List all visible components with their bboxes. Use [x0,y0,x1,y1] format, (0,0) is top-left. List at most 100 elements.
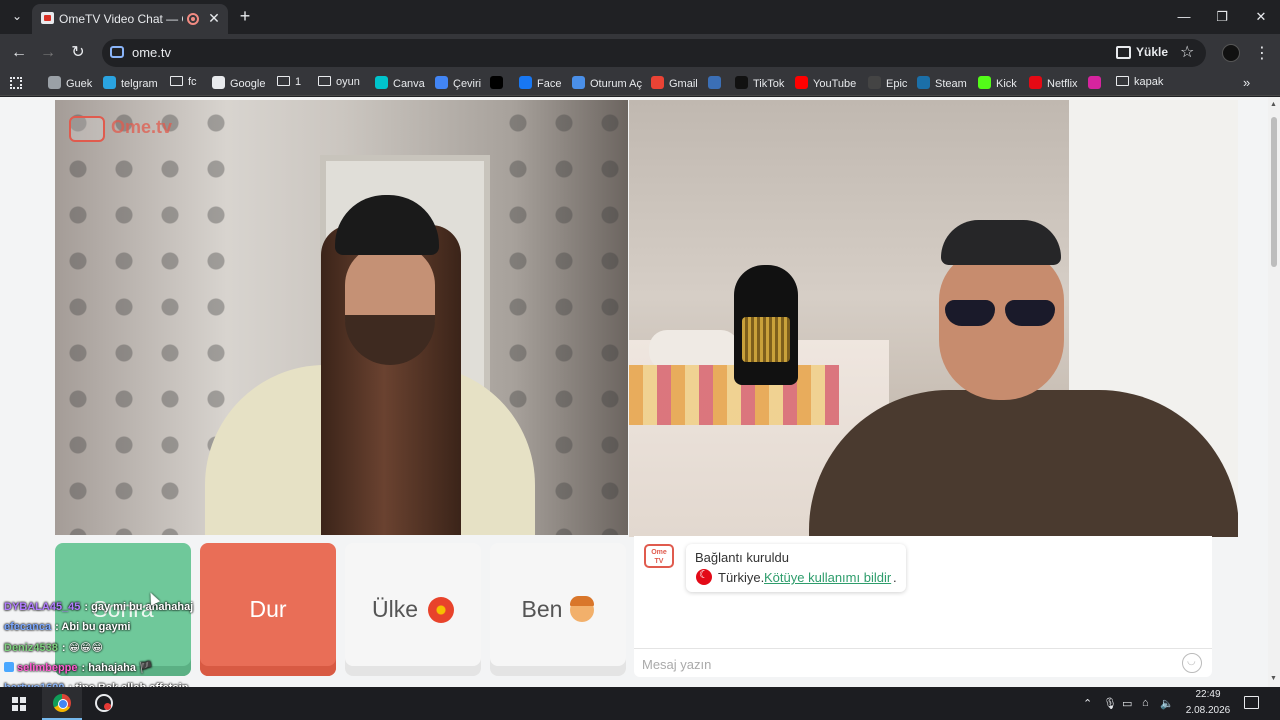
ometv-favicon-icon [41,12,54,24]
bookmark-çeviri[interactable]: Çeviri [435,76,481,92]
install-label: Yükle [1136,45,1169,59]
bookmark-oturum-aç[interactable]: Oturum Aç [572,76,642,92]
bookmark-instagram[interactable] [1088,76,1106,92]
instagram-icon [1088,76,1101,89]
message-input[interactable] [642,655,1162,673]
microphone [734,265,798,385]
subscriber-badge-icon [4,662,14,672]
bookmark-canva[interactable]: Canva [375,76,425,92]
bookmark-google[interactable]: Google [212,76,265,92]
microphone-tray-icon[interactable]: 🎙 [1103,697,1117,710]
folder-icon [277,76,290,86]
stop-button[interactable]: Dur [200,543,336,676]
url-text[interactable]: ome.tv [132,45,171,60]
minimize-icon[interactable]: — [1175,8,1193,26]
tab-title: OmeTV Video Chat — Ome [59,12,183,26]
epic-icon [868,76,881,89]
tab-close-icon[interactable]: ✕ [206,10,222,26]
scroll-up-icon[interactable]: ▲ [1270,101,1277,108]
camera-site-icon[interactable] [110,46,124,58]
report-suffix: . [893,570,897,585]
bookmark-label: Gmail [669,78,698,90]
bookmark-netflix[interactable]: Netflix [1029,76,1078,92]
bookmark-steam[interactable]: Steam [917,76,967,92]
network-tray-icon[interactable]: ⌂ [1142,697,1149,709]
x-icon [490,76,503,89]
self-person [779,220,1238,537]
bookmark-kapak[interactable]: kapak [1116,76,1163,92]
recorder-icon [95,694,113,712]
bookmarks-overflow-icon[interactable]: » [1243,75,1250,90]
bookmark-telgram[interactable]: telgram [103,76,158,92]
taskbar-chrome[interactable] [42,687,82,720]
bookmark-kick[interactable]: Kick [978,76,1017,92]
window-close-icon[interactable]: ✕ [1252,8,1270,26]
country-flag-icon [428,596,454,623]
bookmark-label: kapak [1134,76,1164,88]
bookmark-label: TikTok [753,78,785,90]
windows-start-icon[interactable] [12,697,26,711]
globe-icon [48,76,61,89]
tab-search-chevron-icon[interactable]: ⌄ [8,9,26,25]
tray-chevron-icon[interactable]: ⌃ [1083,697,1092,710]
bookmark-epic[interactable]: Epic [868,76,907,92]
menu-kebab-icon[interactable]: ⋮ [1254,43,1270,63]
me-button[interactable]: Ben [490,543,626,676]
chat-ometv-logo: Ome TV [644,544,674,568]
back-icon[interactable]: ← [9,43,29,63]
youtube-icon [795,76,808,89]
bookmark-guek[interactable]: Guek [48,76,92,92]
bookmark-label: Face [537,78,562,90]
battery-tray-icon[interactable]: ▭ [1122,697,1132,710]
windows-taskbar: ⌃ 🎙 ▭ ⌂ 🔈 22:49 2.08.2026 [0,687,1280,720]
folder-icon [170,76,183,86]
bookmark-x[interactable] [490,76,508,92]
bookmark-label: Oturum Aç [590,78,642,90]
new-tab-button[interactable]: + [236,7,254,25]
bookmark-tumblr[interactable] [708,76,726,92]
clock-time[interactable]: 22:49 [1186,689,1230,700]
profile-avatar-icon[interactable] [1222,44,1240,62]
report-abuse-link[interactable]: Kötüye kullanımı bildir [764,570,891,585]
kick-icon [978,76,991,89]
clock-date[interactable]: 2.08.2026 [1182,705,1234,716]
ometv-logo-icon [69,116,105,142]
partner-country: Türkiye. [718,570,765,585]
scroll-down-icon[interactable]: ▼ [1270,675,1277,682]
me-label: Ben [521,596,563,622]
bookmark-label: Steam [935,78,967,90]
bookmark-youtube[interactable]: YouTube [795,76,856,92]
emoji-picker-icon[interactable] [1182,653,1202,673]
reload-icon[interactable]: ↻ [68,43,88,63]
forward-icon[interactable]: → [38,43,58,63]
bookmark-fc[interactable]: fc [170,76,197,92]
overlay-chat-message: selimbeppe: hahajaha 🏴 [4,661,153,674]
overlay-chat-message: efecanca: Abi bu gaymi [4,621,130,633]
volume-tray-icon[interactable]: 🔈 [1160,697,1174,710]
folder-icon [318,76,331,86]
active-tab[interactable]: OmeTV Video Chat — Ome ✕ [32,4,228,34]
bookmark-label: Kick [996,78,1017,90]
taskbar-recorder[interactable] [84,687,124,720]
apps-grid-icon[interactable] [10,77,22,89]
restore-icon[interactable]: ❐ [1213,8,1231,26]
page-scrollbar[interactable]: ▲ ▼ [1268,97,1280,687]
bookmark-star-icon[interactable]: ☆ [1180,42,1194,62]
bookmark-face[interactable]: Face [519,76,561,92]
browser-toolbar: ← → ↻ ome.tv Yükle ☆ ⋮ [0,34,1280,72]
facebook-icon [519,76,532,89]
scroll-thumb[interactable] [1271,117,1277,267]
bookmark-label: Google [230,78,266,90]
notifications-icon[interactable] [1244,696,1259,709]
canva-icon [375,76,388,89]
country-button[interactable]: Ülke [345,543,481,676]
overlay-chat-text: hahajaha 🏴 [88,662,153,674]
install-icon [1116,46,1131,59]
bookmark-1[interactable]: 1 [277,76,301,92]
address-bar[interactable]: ome.tv Yükle ☆ [102,39,1206,67]
turkey-flag-icon [696,568,712,585]
bookmark-tiktok[interactable]: TikTok [735,76,784,92]
overlay-chat-user: DYBALA45_45 [4,601,81,613]
bookmark-gmail[interactable]: Gmail [651,76,698,92]
bookmark-oyun[interactable]: oyun [318,76,360,92]
